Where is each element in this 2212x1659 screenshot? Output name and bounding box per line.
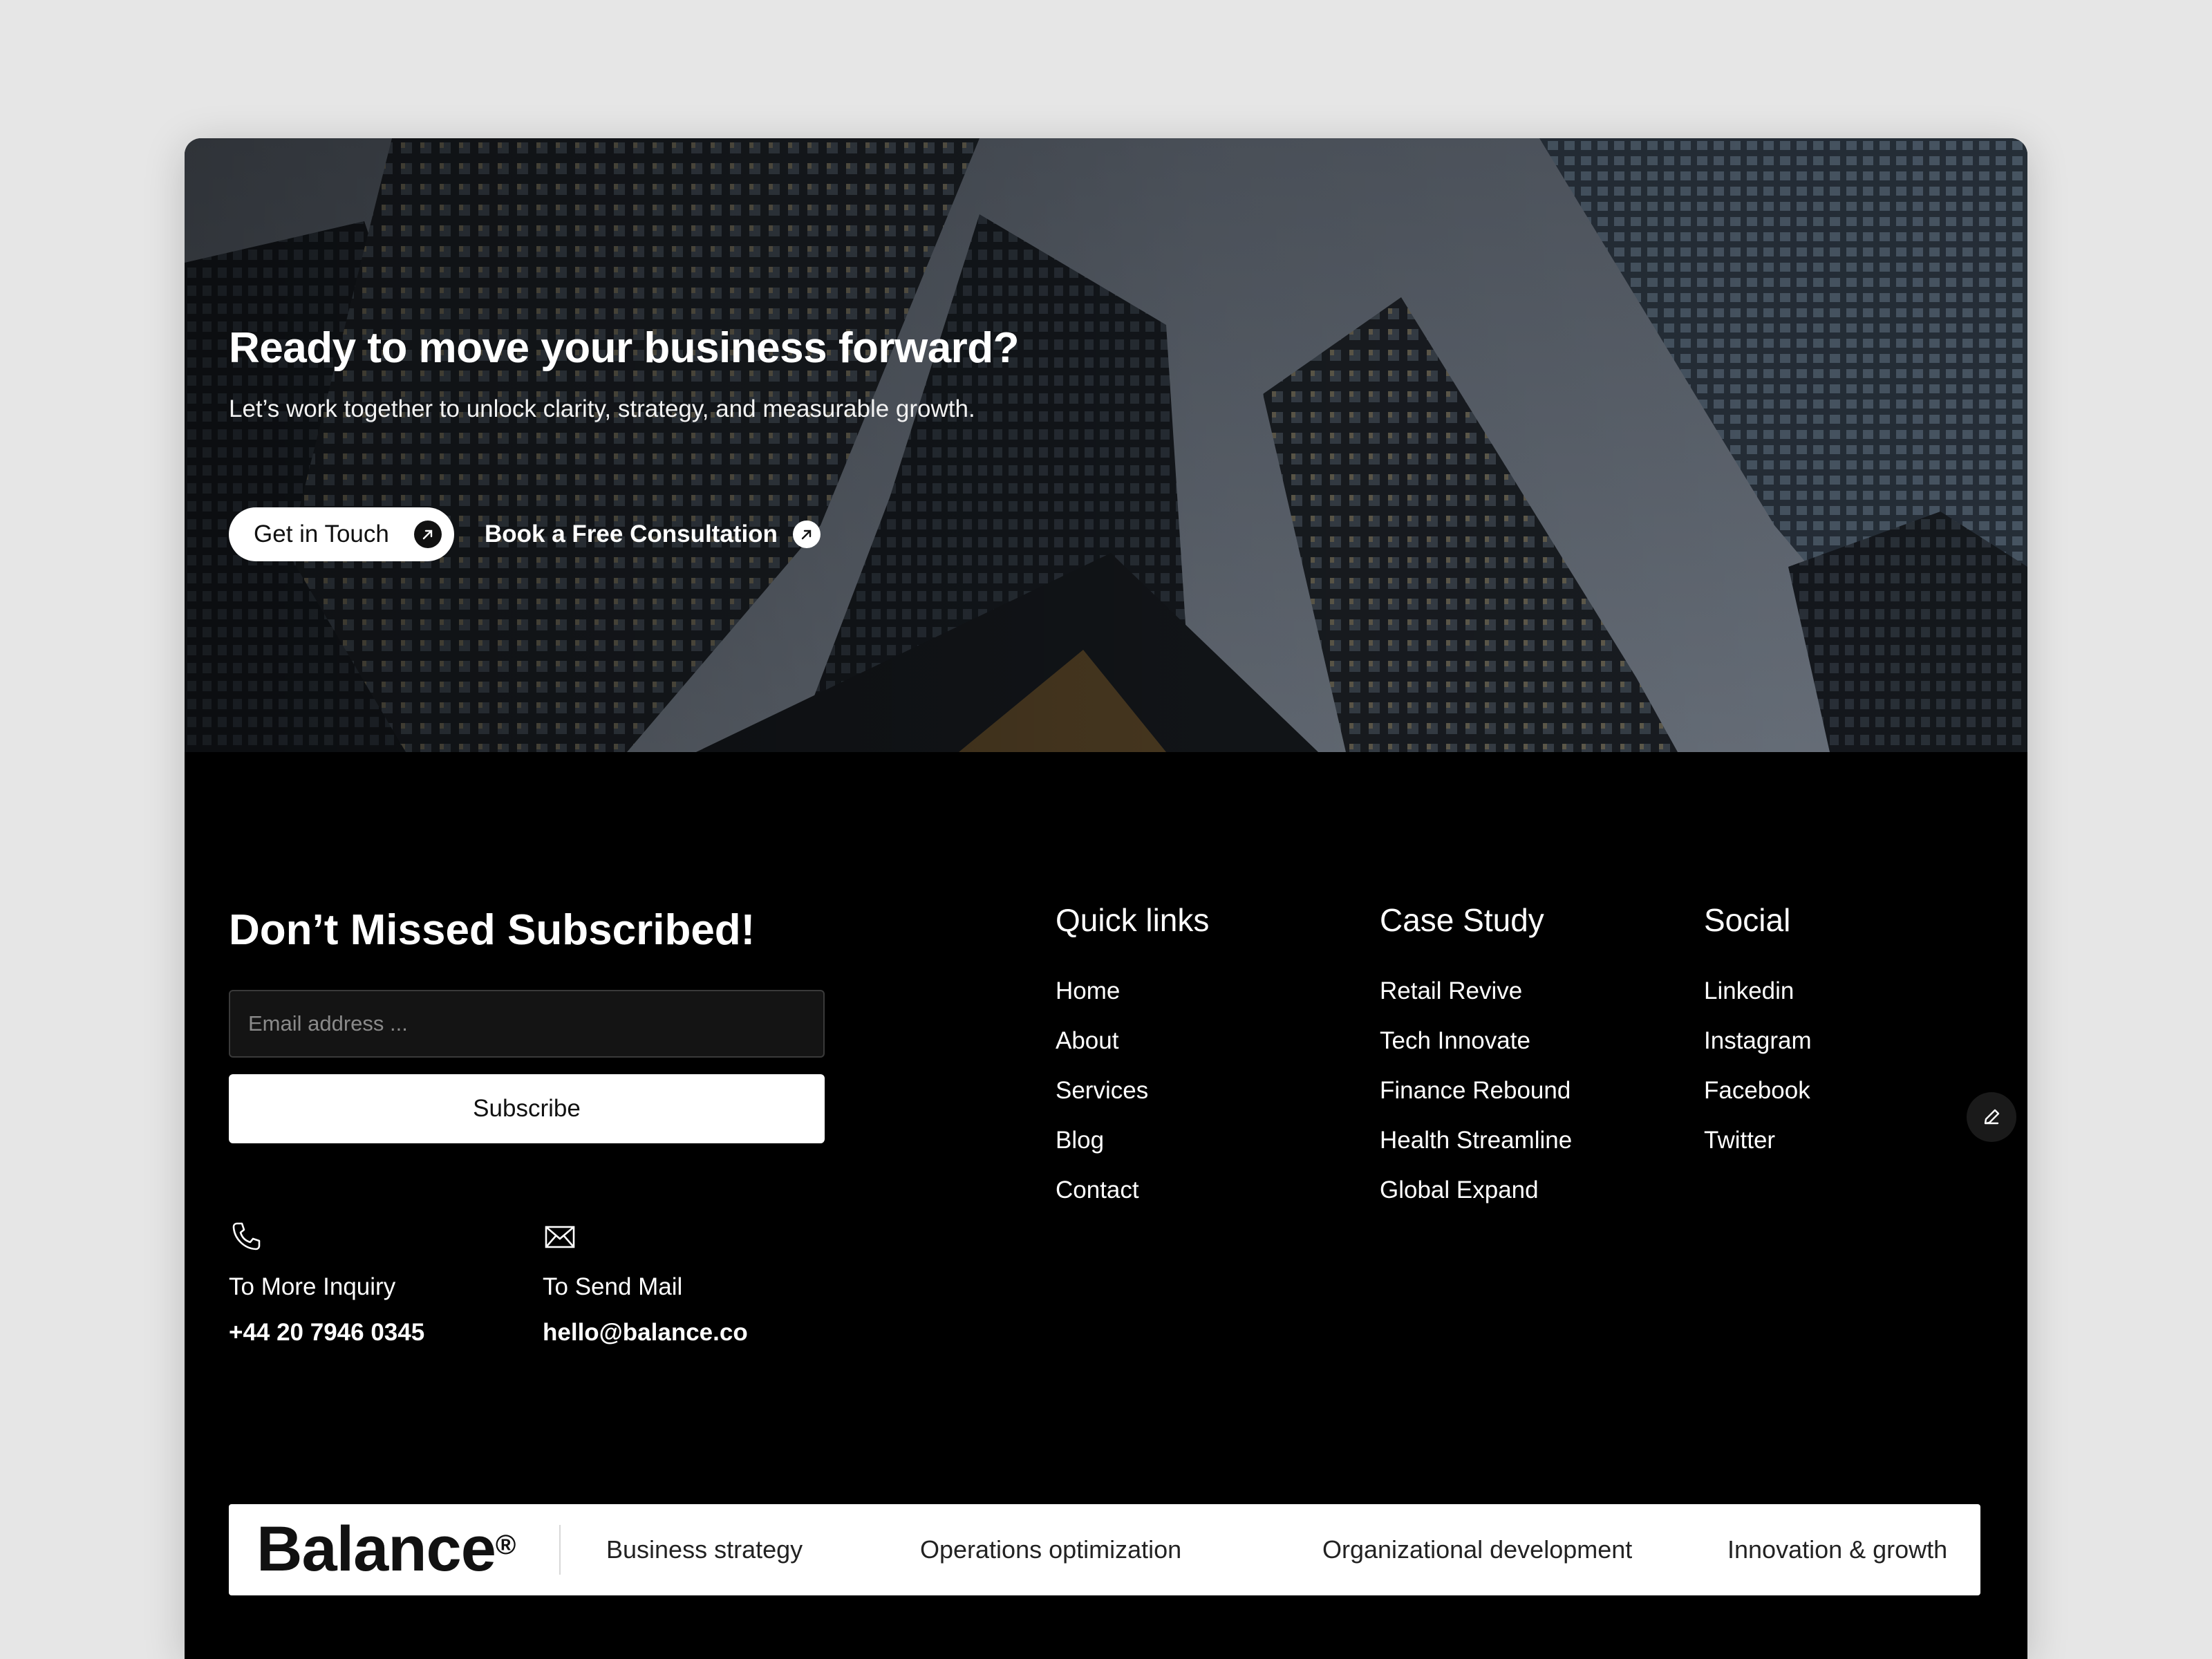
hero-title: Ready to move your business forward? <box>229 324 1020 372</box>
case-study-retail-revive[interactable]: Retail Revive <box>1380 966 1572 1016</box>
mail-label: To Send Mail <box>543 1273 683 1300</box>
quick-links-title: Quick links <box>1056 902 1210 938</box>
brand-logo[interactable]: Balance® <box>256 1511 516 1587</box>
case-study-tech-innovate[interactable]: Tech Innovate <box>1380 1016 1572 1066</box>
case-study-title: Case Study <box>1380 902 1544 938</box>
phone-label: To More Inquiry <box>229 1273 396 1300</box>
social-column: Social Linkedin Instagram Facebook Twitt… <box>1704 901 1812 1165</box>
case-study-global-expand[interactable]: Global Expand <box>1380 1165 1572 1215</box>
phone-icon <box>232 1222 261 1250</box>
quick-link-services[interactable]: Services <box>1056 1066 1209 1116</box>
quick-links-column: Quick links Home About Services Blog Con… <box>1056 901 1209 1215</box>
social-link-linkedin[interactable]: Linkedin <box>1704 966 1812 1016</box>
brand-logo-text: Balance <box>256 1514 496 1584</box>
brand-bar: Balance® Business strategy Operations op… <box>229 1504 1980 1595</box>
social-link-twitter[interactable]: Twitter <box>1704 1116 1812 1165</box>
case-study-finance-rebound[interactable]: Finance Rebound <box>1380 1066 1572 1116</box>
subscribe-button[interactable]: Subscribe <box>229 1074 825 1143</box>
quick-link-contact[interactable]: Contact <box>1056 1165 1209 1215</box>
arrow-up-right-icon <box>414 521 442 548</box>
social-link-instagram[interactable]: Instagram <box>1704 1016 1812 1066</box>
arrow-up-right-icon <box>792 521 821 548</box>
skyscrapers-background-image <box>185 138 2027 752</box>
case-study-column: Case Study Retail Revive Tech Innovate F… <box>1380 901 1572 1215</box>
book-consultation-label: Book a Free Consultation <box>485 521 778 547</box>
case-study-health-streamline[interactable]: Health Streamline <box>1380 1116 1572 1165</box>
quick-link-home[interactable]: Home <box>1056 966 1209 1016</box>
get-in-touch-label: Get in Touch <box>254 521 389 547</box>
edit-button[interactable] <box>1967 1092 2016 1142</box>
tag-operations-optimization: Operations optimization <box>920 1535 1182 1564</box>
quick-link-about[interactable]: About <box>1056 1016 1209 1066</box>
page-card: Ready to move your business forward? Let… <box>185 138 2027 1659</box>
brand-divider <box>559 1525 561 1575</box>
get-in-touch-button[interactable]: Get in Touch <box>229 507 454 561</box>
tag-business-strategy: Business strategy <box>606 1535 803 1564</box>
tag-innovation-growth: Innovation & growth <box>1727 1535 1948 1564</box>
social-title: Social <box>1704 902 1791 938</box>
tag-organizational-development: Organizational development <box>1322 1535 1633 1564</box>
newsletter-title: Don’t Missed Subscribed! <box>229 906 756 954</box>
social-link-facebook[interactable]: Facebook <box>1704 1066 1812 1116</box>
mail-address[interactable]: hello@balance.co <box>543 1319 748 1347</box>
hero-subtitle: Let’s work together to unlock clarity, s… <box>229 395 975 422</box>
mail-contact: To Send Mail hello@balance.co <box>543 1219 748 1346</box>
phone-contact: To More Inquiry +44 20 7946 0345 <box>229 1219 424 1346</box>
mail-icon <box>545 1226 575 1248</box>
registered-mark: ® <box>495 1530 516 1560</box>
hero-section: Ready to move your business forward? Let… <box>185 138 2027 752</box>
pencil-icon <box>1984 1109 2000 1125</box>
book-consultation-button[interactable]: Book a Free Consultation <box>485 507 821 561</box>
email-input[interactable] <box>229 990 825 1058</box>
phone-number[interactable]: +44 20 7946 0345 <box>229 1319 424 1347</box>
quick-link-blog[interactable]: Blog <box>1056 1116 1209 1165</box>
